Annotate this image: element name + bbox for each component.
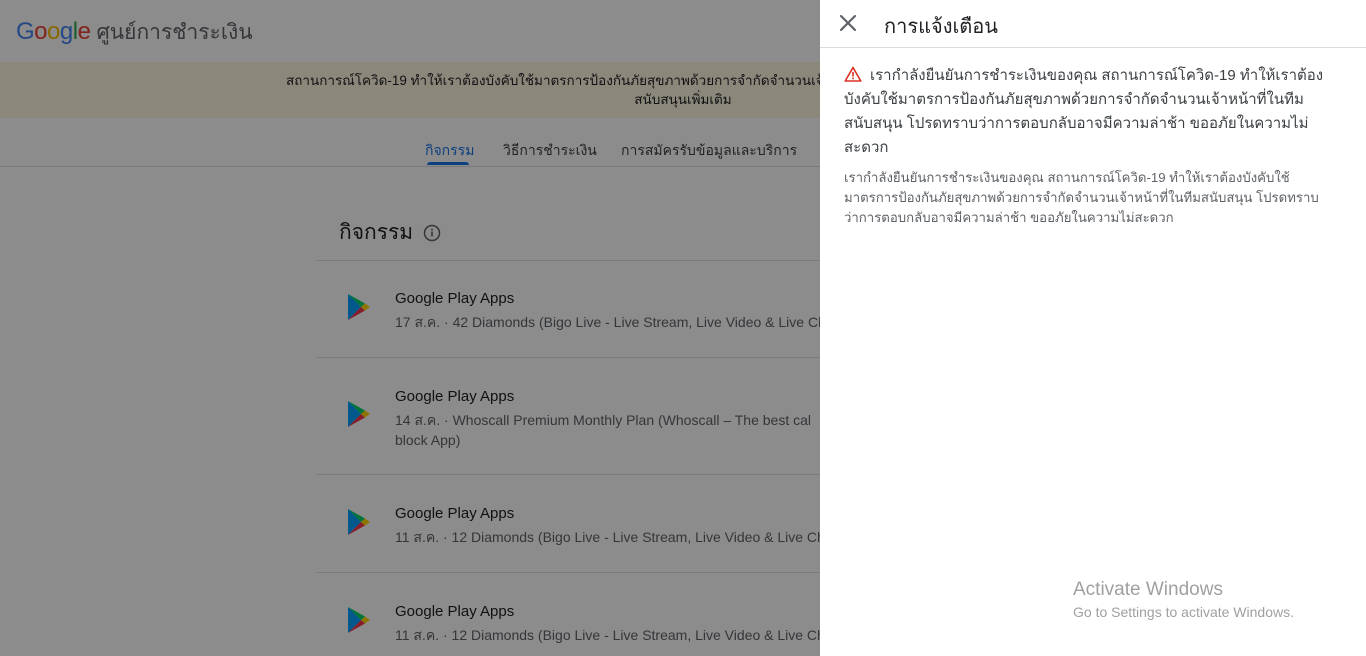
- alert-message: เรากำลังยืนยันการชำระเงินของคุณ สถานการณ…: [844, 64, 1334, 160]
- panel-header: การแจ้งเตือน: [820, 0, 1366, 48]
- watermark-title: Activate Windows: [1073, 579, 1223, 600]
- notification-panel: การแจ้งเตือน เรากำลังยืนยันการชำระเงินขอ…: [820, 0, 1366, 656]
- alert-body-text: เรากำลังยืนยันการชำระเงินของคุณ สถานการณ…: [844, 170, 1319, 225]
- windows-activation-watermark: Activate Windows Go to Settings to activ…: [1073, 579, 1294, 620]
- modal-scrim[interactable]: [0, 0, 820, 656]
- panel-title: การแจ้งเตือน: [884, 16, 998, 38]
- warning-icon: [844, 66, 862, 82]
- close-icon[interactable]: [836, 11, 860, 35]
- alert-text: เรากำลังยืนยันการชำระเงินของคุณ สถานการณ…: [844, 67, 1324, 156]
- watermark-subtitle: Go to Settings to activate Windows.: [1073, 604, 1294, 620]
